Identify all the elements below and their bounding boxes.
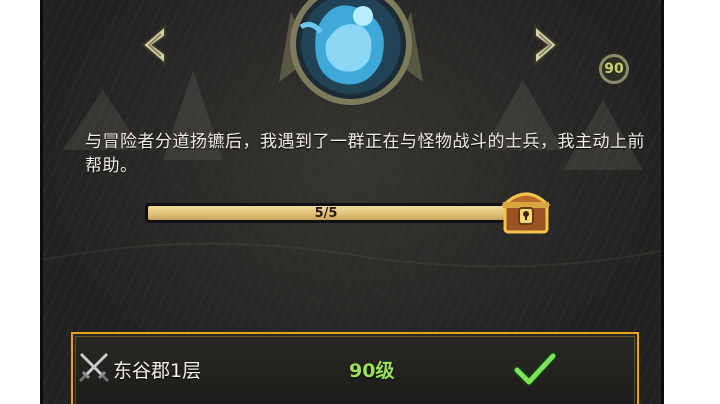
reward-chest-button[interactable] <box>497 182 555 240</box>
chapter-boss-portrait: 90 <box>271 0 629 122</box>
crossed-swords-icon <box>77 350 111 384</box>
checkmark-icon <box>512 351 558 388</box>
treasure-chest-icon <box>501 192 551 234</box>
stage-level-requirement: 90级 <box>349 360 395 382</box>
chevron-right-icon <box>534 23 559 67</box>
chapter-progress-bar: 5/5 <box>145 203 507 223</box>
chapter-panel: 90 与冒险者分道扬镳后，我遇到了一群正在与怪物战斗的士兵，我主动上前帮助。 5… <box>40 0 664 404</box>
stage-row[interactable]: 东谷郡1层 90级 <box>71 332 639 404</box>
chapter-progress-label: 5/5 <box>314 205 338 221</box>
chapter-level-value: 90 <box>604 61 624 77</box>
prev-chapter-button[interactable] <box>137 23 171 67</box>
chevron-left-icon <box>141 23 166 67</box>
chapter-story-text: 与冒险者分道扬镳后，我遇到了一群正在与怪物战斗的士兵，我主动上前帮助。 <box>85 132 645 176</box>
stage-name: 东谷郡1层 <box>113 360 202 382</box>
next-chapter-button[interactable] <box>529 23 563 67</box>
chapter-level-badge: 90 <box>599 54 629 84</box>
